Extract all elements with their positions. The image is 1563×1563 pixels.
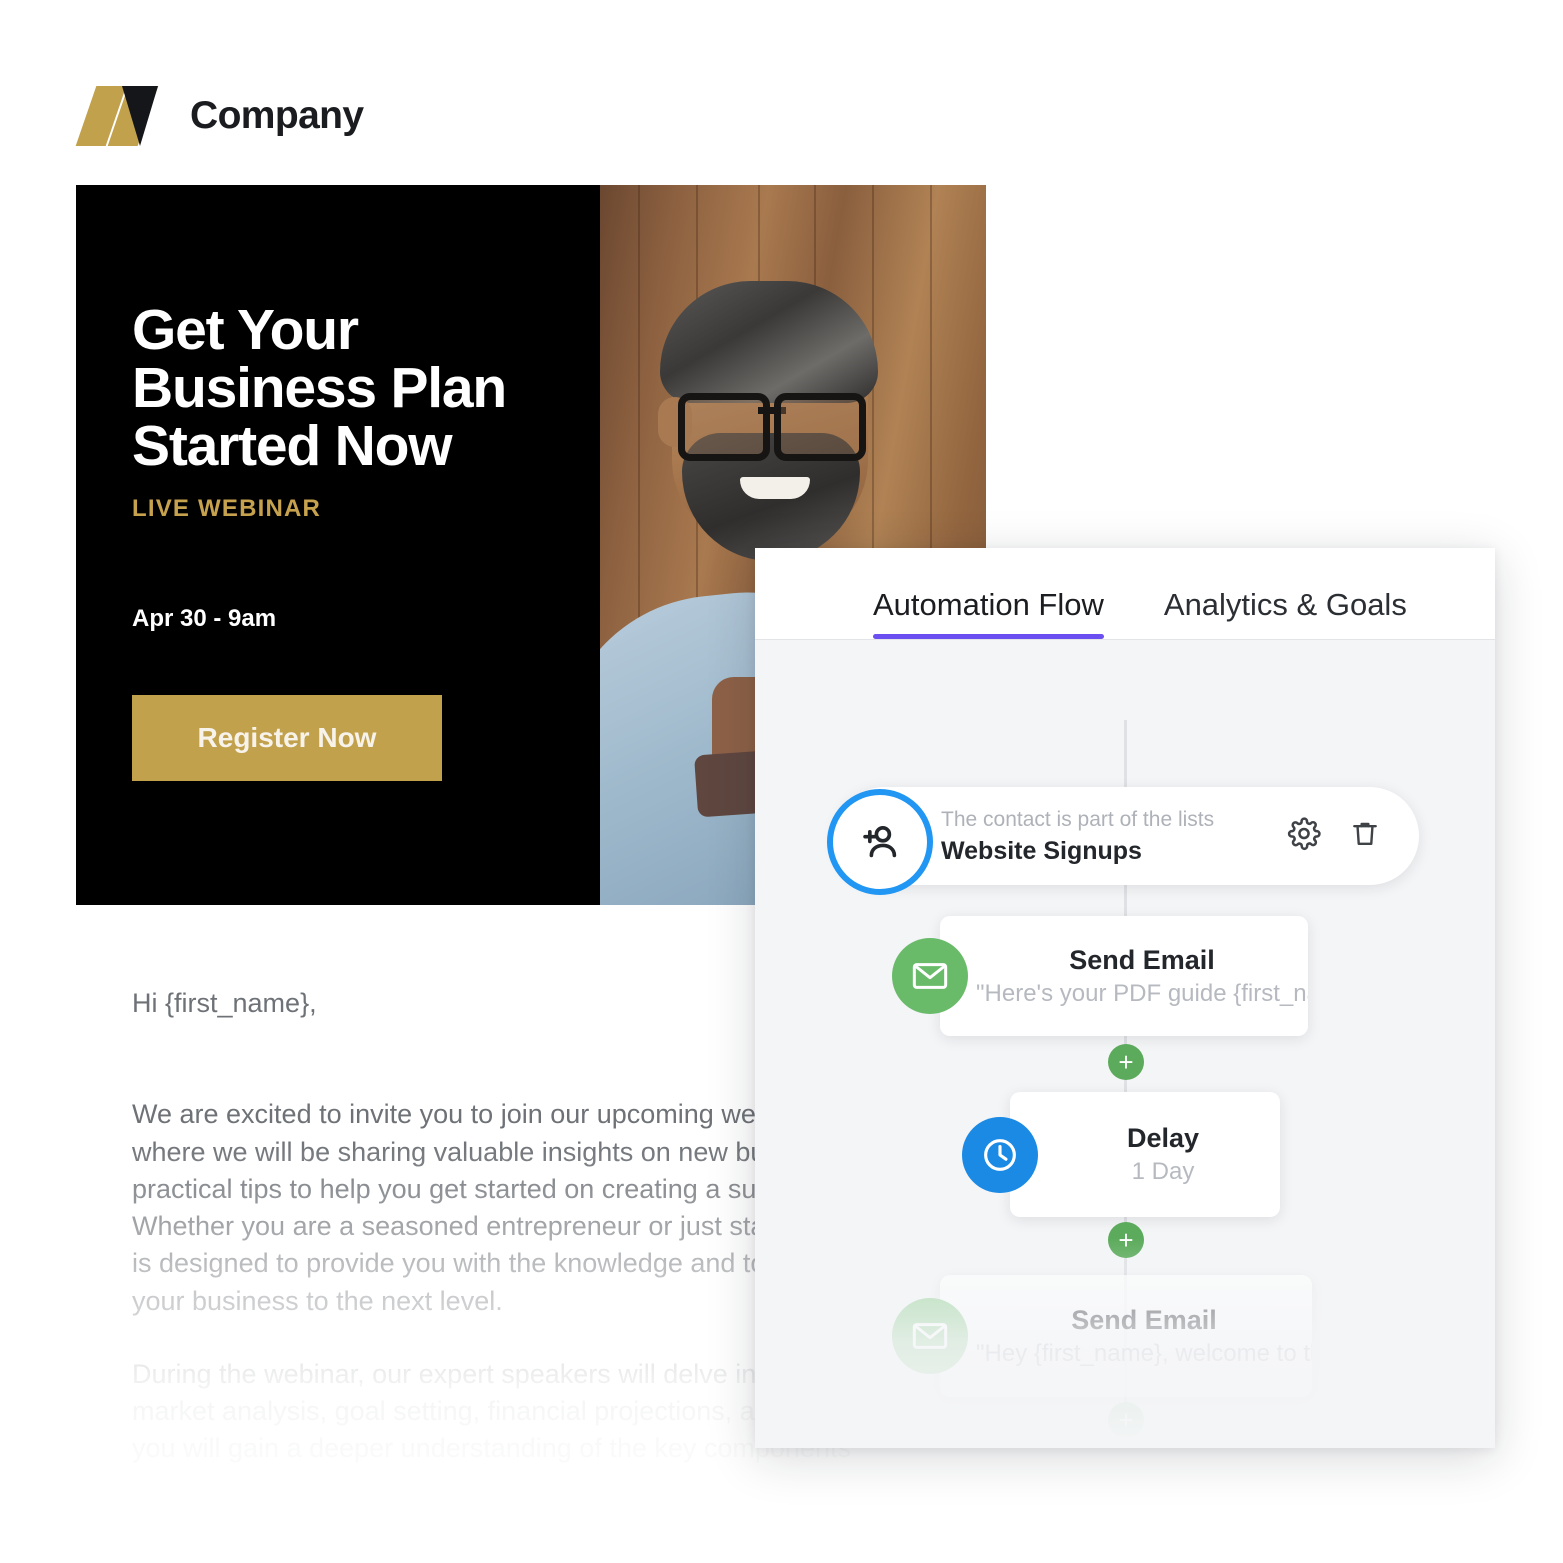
step-title: Send Email (1069, 944, 1215, 975)
hero-heading: Get Your Business Plan Started Now (132, 298, 507, 479)
step-text-block: Send Email "Here's your PDF guide {first… (940, 945, 1308, 1008)
trigger-title: Website Signups (941, 837, 1142, 866)
photo-subject-smile (740, 477, 810, 499)
step-card-send-email-2[interactable]: Send Email "Hey {first_name}, welcome to… (892, 1275, 1312, 1397)
hero-text-block: Get Your Business Plan Started Now LIVE … (132, 301, 562, 523)
envelope-icon (892, 1298, 968, 1374)
add-person-icon (827, 789, 933, 895)
step-text-block: Send Email "Hey {first_name}, welcome to… (940, 1305, 1312, 1368)
hero-kicker: LIVE WEBINAR (132, 495, 322, 523)
add-step-button-1[interactable]: + (1108, 1044, 1144, 1080)
company-logo-icon (75, 86, 160, 146)
step-subtitle: 1 Day (1131, 1158, 1195, 1185)
tab-automation-flow[interactable]: Automation Flow (873, 587, 1104, 639)
screenshot-root: Company Get Your Business Plan Started N… (0, 0, 1563, 1563)
step-text-block: Delay 1 Day (1010, 1123, 1280, 1186)
trash-icon[interactable] (1349, 818, 1381, 855)
add-step-button-2[interactable]: + (1108, 1222, 1144, 1258)
logo-shape-triangle (122, 86, 158, 146)
trigger-card[interactable]: The contact is part of the lists Website… (827, 787, 1419, 895)
step-title: Send Email (1071, 1304, 1217, 1335)
panel-tabbar: Automation Flow Analytics & Goals (755, 548, 1495, 640)
hero-text-panel: Get Your Business Plan Started Now LIVE … (76, 185, 600, 905)
envelope-icon (892, 938, 968, 1014)
hero-date: Apr 30 - 9am (132, 605, 277, 632)
clock-icon (962, 1116, 1038, 1193)
automation-flow-canvas: The contact is part of the lists Website… (755, 640, 1495, 1448)
photo-subject-hair (660, 281, 878, 403)
trigger-actions (1287, 817, 1381, 856)
photo-subject-glasses (674, 393, 870, 461)
step-title: Delay (1126, 1123, 1200, 1153)
step-card-delay[interactable]: Delay 1 Day (962, 1092, 1280, 1217)
add-step-button-3[interactable]: + (1108, 1402, 1144, 1438)
automation-panel: Automation Flow Analytics & Goals The co… (755, 548, 1495, 1448)
trigger-text-block: The contact is part of the lists Website… (941, 806, 1214, 866)
brand-header: Company (75, 86, 364, 146)
step-card-send-email-1[interactable]: Send Email "Here's your PDF guide {first… (892, 916, 1308, 1036)
company-name: Company (190, 94, 364, 137)
step-subtitle: "Hey {first_name}, welcome to th... (976, 1339, 1312, 1367)
register-now-button[interactable]: Register Now (132, 695, 442, 781)
step-subtitle: "Here's your PDF guide {first_na... (976, 979, 1308, 1007)
gear-icon[interactable] (1287, 817, 1321, 856)
tab-analytics-goals[interactable]: Analytics & Goals (1164, 587, 1407, 639)
trigger-subtitle: The contact is part of the lists (941, 807, 1215, 831)
